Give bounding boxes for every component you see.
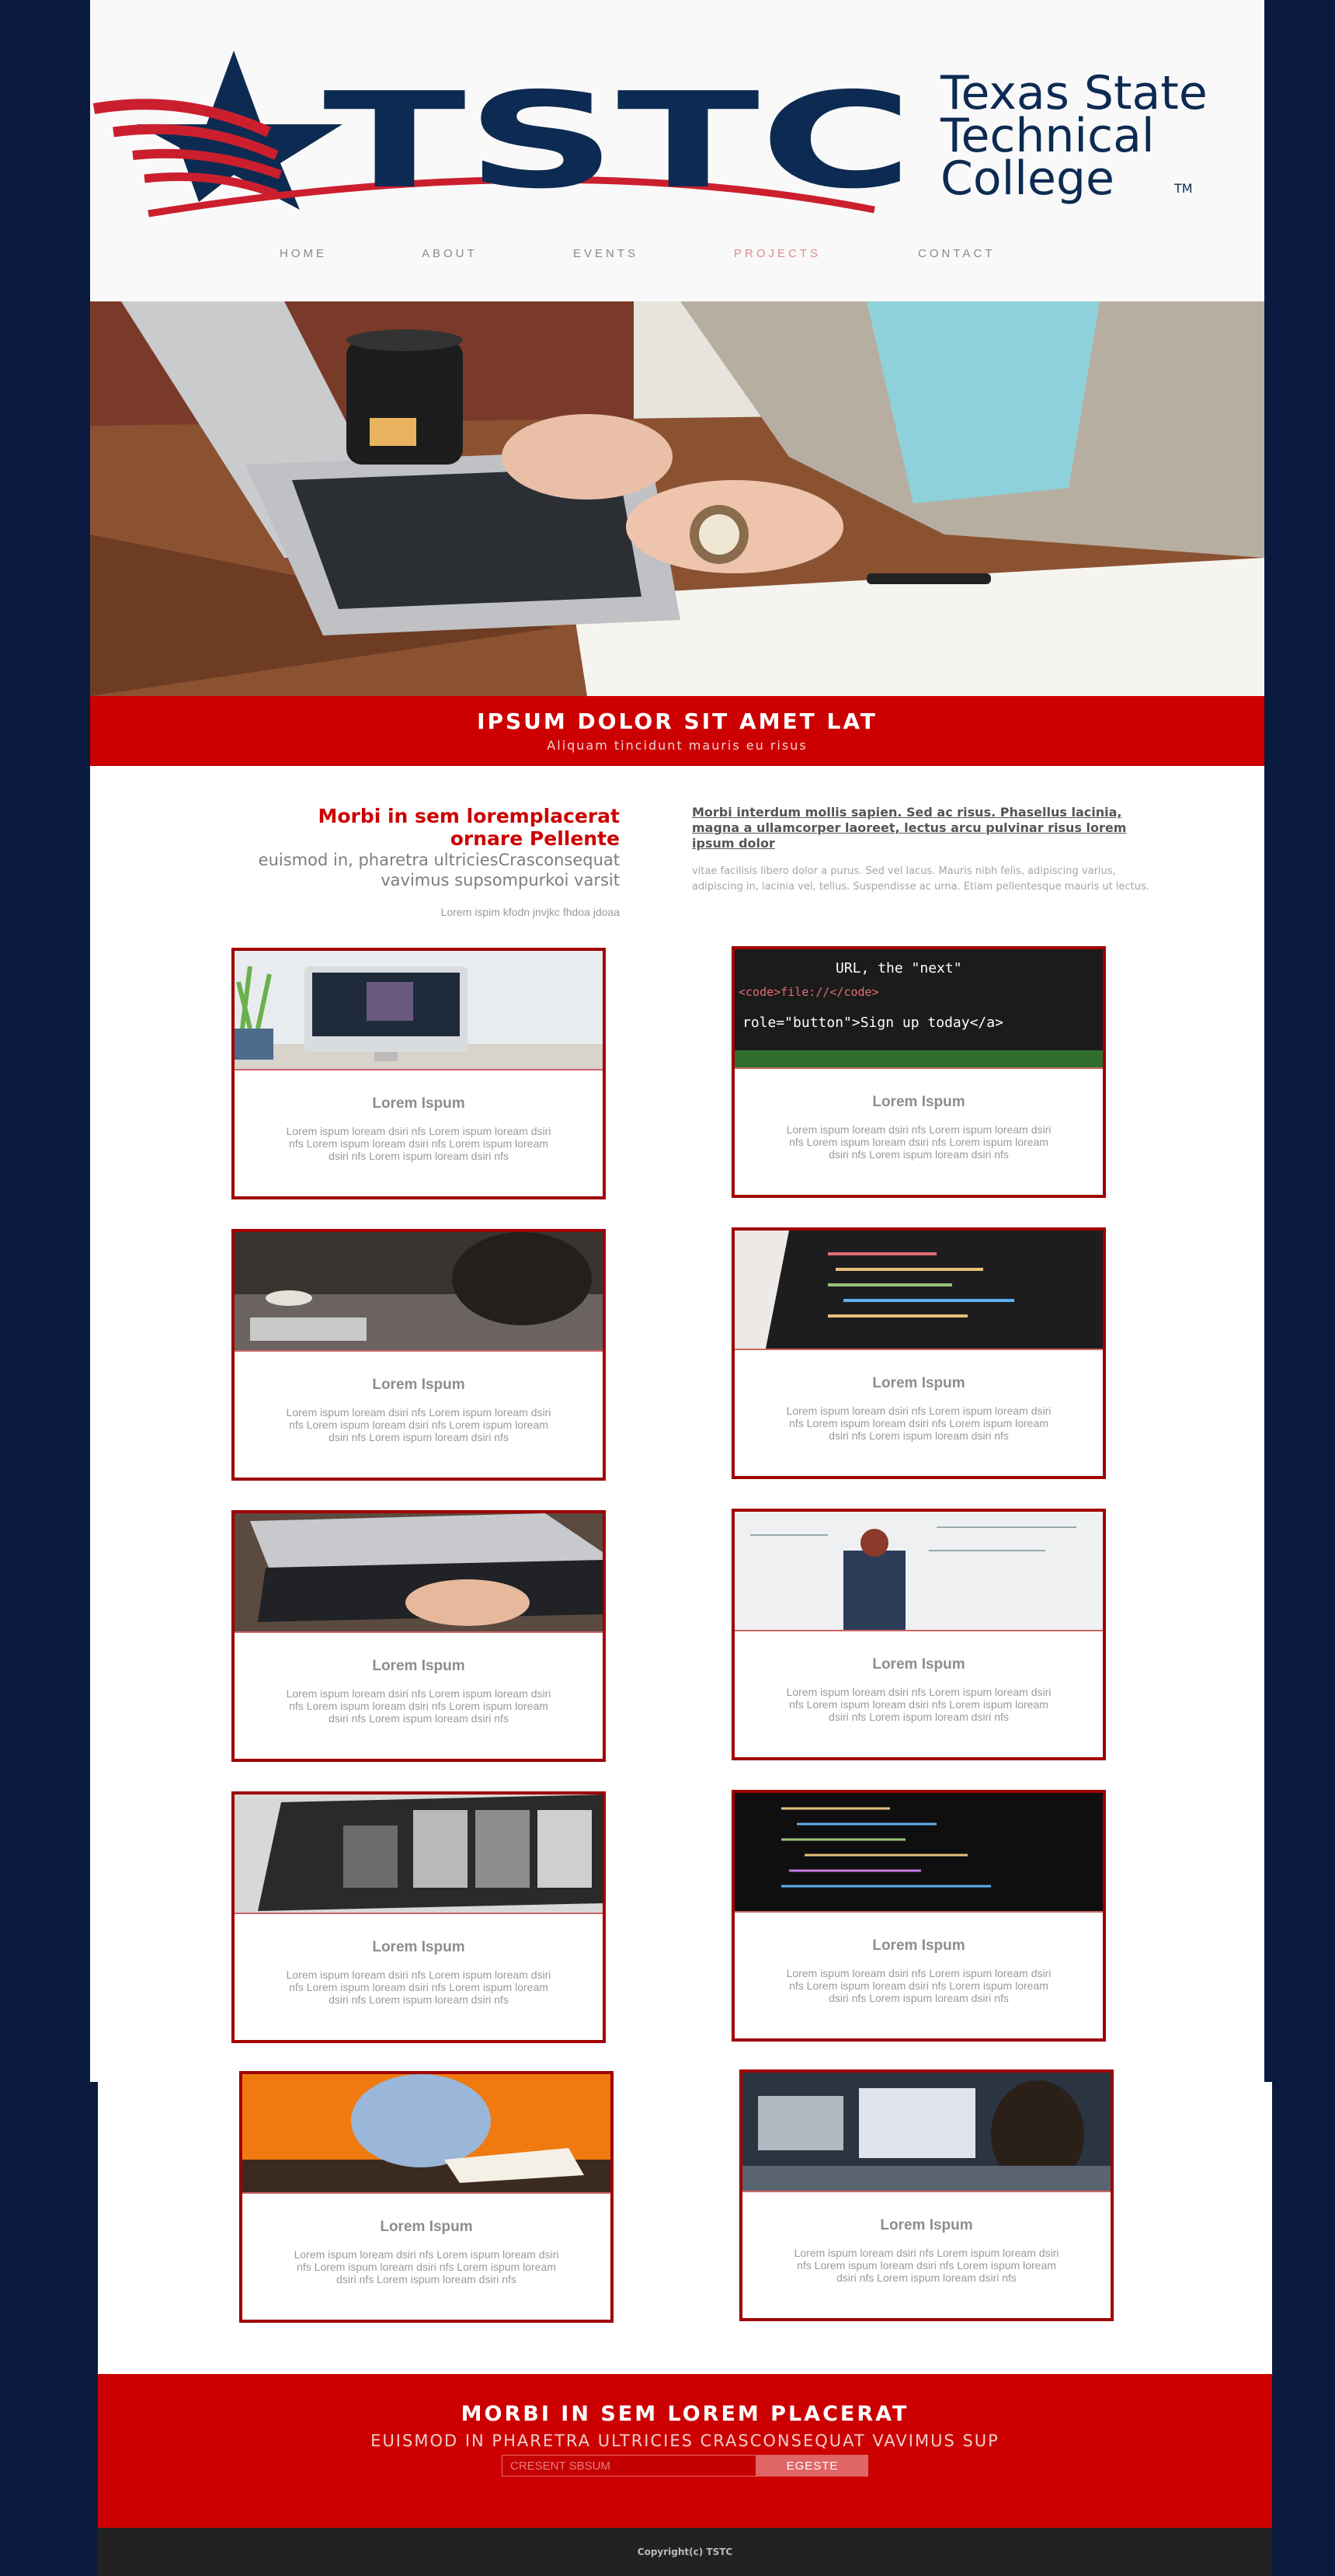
- card-image: [735, 1231, 1103, 1350]
- logo-wordmark: TSTC: [323, 64, 913, 218]
- project-card[interactable]: Lorem Ispum Lorem ispum loream dsiri nfs…: [231, 1229, 606, 1481]
- subscribe-input[interactable]: [502, 2455, 756, 2477]
- banner-subtitle: Aliquam tincidunt mauris eu risus: [547, 738, 808, 753]
- card-title: Lorem Ispum: [872, 1937, 965, 1954]
- tstc-logo[interactable]: TSTC Texas State Technical College TM: [90, 47, 1264, 233]
- card-title: Lorem Ispum: [372, 1377, 465, 1393]
- project-card[interactable]: URL, the "next" <code>file://</code> rol…: [732, 946, 1106, 1198]
- subscribe-section: MORBI IN SEM LOREM PLACERAT EUISMOD IN P…: [98, 2374, 1272, 2528]
- card-image: [742, 2073, 1111, 2192]
- card-image: [235, 1232, 603, 1352]
- card-title: Lorem Ispum: [872, 1094, 965, 1110]
- card-text: Lorem ispum loream dsiri nfs Lorem ispum…: [794, 2247, 1059, 2284]
- card-image: URL, the "next" <code>file://</code> rol…: [735, 949, 1103, 1069]
- card-text: Lorem ispum loream dsiri nfs Lorem ispum…: [286, 1125, 551, 1162]
- intro-sub-line1: euismod in, pharetra ultriciesCrasconseq…: [258, 851, 620, 869]
- project-card[interactable]: Lorem Ispum Lorem ispum loream dsiri nfs…: [732, 1790, 1106, 2042]
- page-lower: Lorem Ispum Lorem ispum loream dsiri nfs…: [98, 2070, 1272, 2377]
- card-title: Lorem Ispum: [872, 1656, 965, 1673]
- subscribe-subtitle: EUISMOD IN PHARETRA ULTRICIES CRASCONSEQ…: [370, 2432, 1000, 2450]
- nav-about[interactable]: ABOUT: [422, 247, 478, 260]
- card-title: Lorem Ispum: [372, 1095, 465, 1112]
- main-nav: HOME ABOUT EVENTS PROJECTS CONTACT: [90, 247, 1264, 270]
- card-title: Lorem Ispum: [372, 1939, 465, 1955]
- card-image: [735, 1512, 1103, 1631]
- card-text: Lorem ispum loream dsiri nfs Lorem ispum…: [786, 1967, 1052, 2004]
- nav-projects[interactable]: PROJECTS: [734, 247, 821, 260]
- hero-banner: IPSUM DOLOR SIT AMET LAT Aliquam tincidu…: [90, 696, 1264, 766]
- intro-heading-line2: ornare Pellente: [450, 827, 620, 850]
- site-header: TSTC Texas State Technical College TM HO…: [90, 0, 1264, 301]
- card-image: [235, 951, 603, 1070]
- intro-body: vitae facilisis libero dolor a purus. Se…: [692, 865, 1149, 893]
- card-title: Lorem Ispum: [372, 1658, 465, 1674]
- subscribe-title: MORBI IN SEM LOREM PLACERAT: [461, 2402, 909, 2426]
- card-image: [242, 2074, 610, 2194]
- project-card[interactable]: Lorem Ispum Lorem ispum loream dsiri nfs…: [732, 1227, 1106, 1479]
- card-text: Lorem ispum loream dsiri nfs Lorem ispum…: [786, 1123, 1052, 1161]
- nav-home[interactable]: HOME: [280, 247, 327, 260]
- intro-right: Morbi interdum mollis sapien. Sed ac ris…: [692, 805, 1166, 895]
- card-text: Lorem ispum loream dsiri nfs Lorem ispum…: [786, 1405, 1052, 1442]
- project-card[interactable]: Lorem Ispum Lorem ispum loream dsiri nfs…: [239, 2071, 614, 2323]
- project-card[interactable]: Lorem Ispum Lorem ispum loream dsiri nfs…: [732, 1509, 1106, 1760]
- hero-image: [90, 301, 1264, 696]
- card-text: Lorem ispum loream dsiri nfs Lorem ispum…: [286, 1687, 551, 1725]
- card-text: Lorem ispum loream dsiri nfs Lorem ispum…: [286, 1969, 551, 2006]
- copyright-text: Copyright(c) TSTC: [637, 2546, 733, 2557]
- svg-text:URL, the "next": URL, the "next": [836, 960, 962, 976]
- svg-text:<code>file://</code>: <code>file://</code>: [739, 985, 879, 999]
- project-card[interactable]: Lorem Ispum Lorem ispum loream dsiri nfs…: [739, 2070, 1114, 2321]
- card-title: Lorem Ispum: [880, 2217, 973, 2233]
- card-title: Lorem Ispum: [380, 2219, 473, 2235]
- card-text: Lorem ispum loream dsiri nfs Lorem ispum…: [286, 1406, 551, 1443]
- project-card[interactable]: Lorem Ispum Lorem ispum loream dsiri nfs…: [231, 948, 606, 1199]
- site-footer: Copyright(c) TSTC: [98, 2528, 1272, 2576]
- intro-left: Morbi in sem loremplacerat ornare Pellen…: [98, 805, 620, 918]
- project-card[interactable]: Lorem Ispum Lorem ispum loream dsiri nfs…: [231, 1510, 606, 1762]
- nav-contact[interactable]: CONTACT: [918, 247, 995, 260]
- card-image: [235, 1513, 603, 1633]
- nav-events[interactable]: EVENTS: [573, 247, 638, 260]
- card-image: [235, 1794, 603, 1914]
- card-image: [735, 1793, 1103, 1913]
- banner-title: IPSUM DOLOR SIT AMET LAT: [477, 708, 878, 734]
- svg-text:College: College: [940, 151, 1114, 206]
- card-text: Lorem ispum loream dsiri nfs Lorem ispum…: [294, 2248, 559, 2285]
- page-main: TSTC Texas State Technical College TM HO…: [90, 0, 1264, 2082]
- project-card[interactable]: Lorem Ispum Lorem ispum loream dsiri nfs…: [231, 1791, 606, 2043]
- intro-heading-line1: Morbi in sem loremplacerat: [318, 805, 620, 827]
- card-text: Lorem ispum loream dsiri nfs Lorem ispum…: [786, 1686, 1052, 1723]
- intro-sub-line2: vavimus supsompurkoi varsit: [381, 871, 620, 889]
- subscribe-button[interactable]: EGESTE: [756, 2455, 868, 2477]
- svg-text:role="button">Sign up today</a: role="button">Sign up today</a>: [742, 1015, 1003, 1031]
- card-title: Lorem Ispum: [872, 1375, 965, 1391]
- intro-small-text: Lorem ispim kfodn jnvjkc fhdoa jdoaa: [440, 906, 620, 918]
- intro-link[interactable]: Morbi interdum mollis sapien. Sed ac ris…: [692, 805, 1166, 851]
- svg-text:TM: TM: [1173, 181, 1193, 196]
